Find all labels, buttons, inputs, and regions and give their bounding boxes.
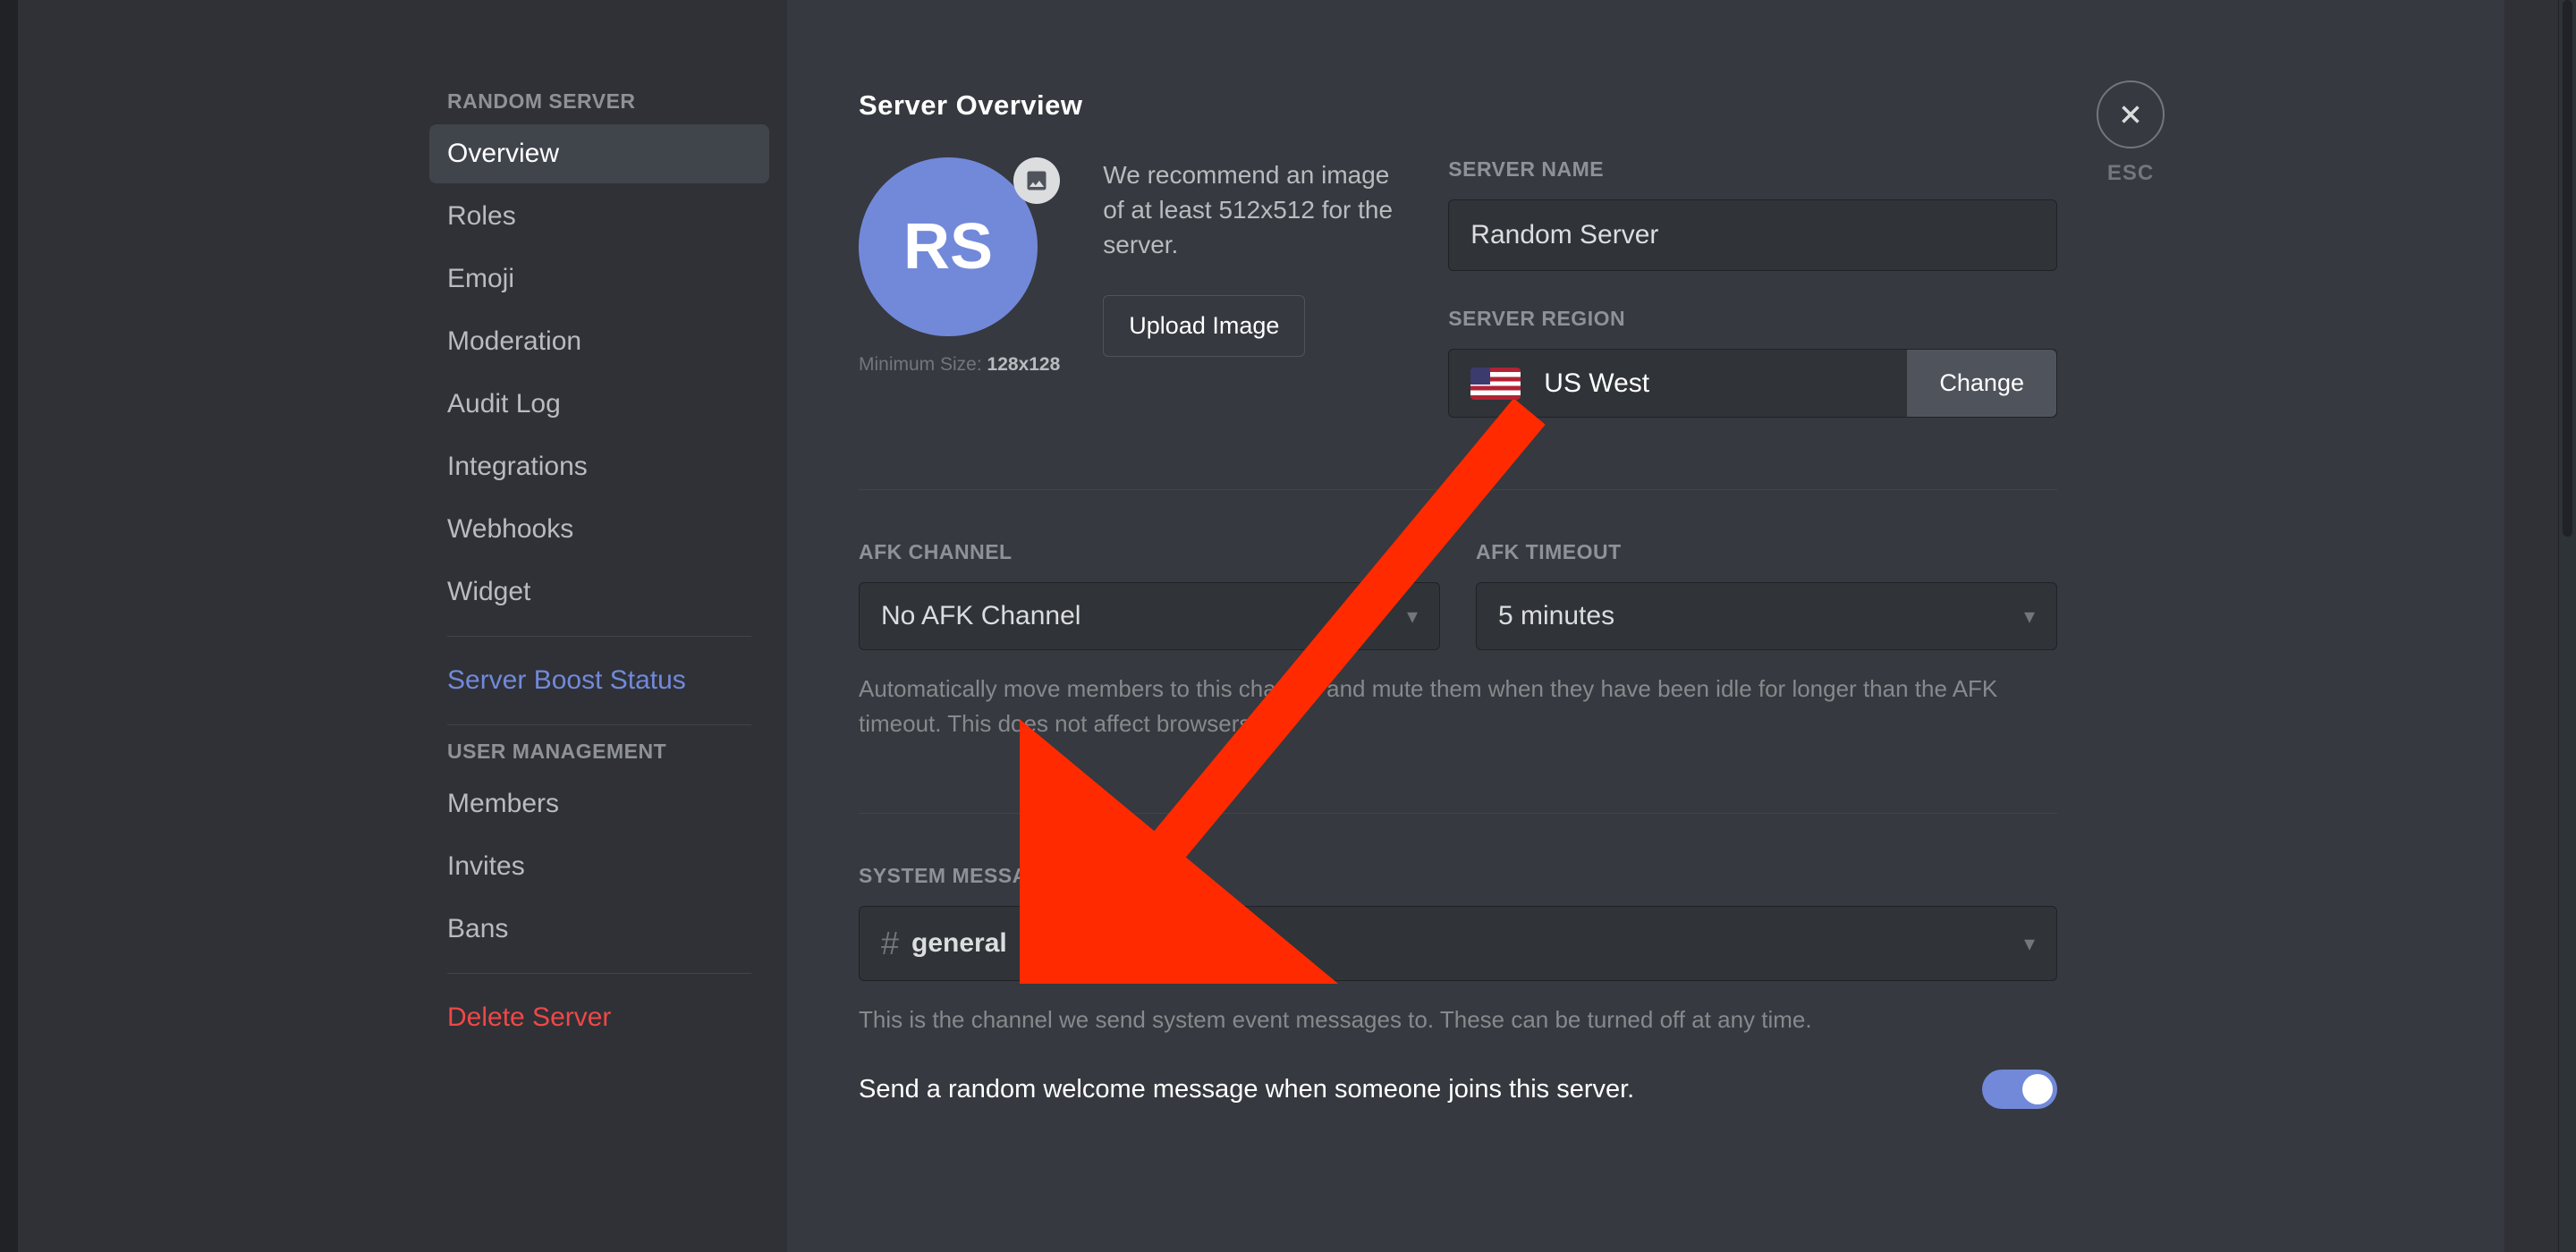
sidebar-divider	[447, 636, 751, 637]
afk-channel-select[interactable]: No AFK Channel ▾	[859, 582, 1440, 650]
scrollbar-thumb[interactable]	[2563, 0, 2572, 537]
change-region-button[interactable]: Change	[1907, 350, 2056, 417]
sidebar-item-delete-server[interactable]: Delete Server	[429, 988, 769, 1047]
server-name-label: Server Name	[1448, 157, 2057, 182]
sidebar-user-mgmt-header: User Management	[429, 740, 769, 774]
esc-label: ESC	[2107, 161, 2154, 186]
server-avatar-uploader[interactable]: RS	[859, 157, 1060, 336]
server-avatar: RS	[859, 157, 1038, 336]
chevron-down-icon: ▾	[1407, 604, 1418, 630]
sidebar-item-roles[interactable]: Roles	[429, 187, 769, 246]
server-list-gutter	[0, 0, 18, 1252]
upload-recommend-text: We recommend an image of at least 512x51…	[1103, 157, 1398, 263]
settings-sidebar: Random Server Overview Roles Emoji Moder…	[18, 0, 787, 1252]
sidebar-item-moderation[interactable]: Moderation	[429, 312, 769, 371]
sidebar-item-audit-log[interactable]: Audit Log	[429, 375, 769, 434]
sidebar-item-overview[interactable]: Overview	[429, 124, 769, 183]
afk-channel-label: AFK Channel	[859, 540, 1440, 564]
sidebar-item-webhooks[interactable]: Webhooks	[429, 500, 769, 559]
system-channel-category: TEXT CHANNELS	[1027, 931, 1220, 957]
afk-channel-value: No AFK Channel	[881, 601, 1080, 631]
content-area: Server Overview RS Minimum Size: 128x128…	[787, 0, 2504, 1252]
server-region-label: Server Region	[1448, 307, 2057, 331]
afk-timeout-value: 5 minutes	[1498, 601, 1614, 631]
sidebar-item-integrations[interactable]: Integrations	[429, 437, 769, 496]
welcome-message-toggle-label: Send a random welcome message when someo…	[859, 1075, 1634, 1104]
us-flag-icon	[1470, 368, 1521, 400]
upload-image-icon	[1013, 157, 1060, 204]
sidebar-divider	[447, 724, 751, 725]
close-button[interactable]	[2097, 80, 2165, 148]
chevron-down-icon: ▾	[2024, 931, 2035, 957]
afk-hint-text: Automatically move members to this chann…	[859, 672, 2057, 741]
hash-icon: #	[881, 925, 899, 962]
section-divider	[859, 813, 2057, 814]
sidebar-item-invites[interactable]: Invites	[429, 837, 769, 896]
right-gutter	[2504, 0, 2558, 1252]
sidebar-item-widget[interactable]: Widget	[429, 563, 769, 622]
server-name-input[interactable]	[1448, 199, 2057, 271]
server-region-row: US West Change	[1448, 349, 2057, 418]
chevron-down-icon: ▾	[2024, 604, 2035, 630]
sidebar-item-emoji[interactable]: Emoji	[429, 250, 769, 309]
server-region-value: US West	[1544, 368, 1649, 399]
close-icon	[2115, 99, 2146, 130]
server-avatar-initials: RS	[903, 210, 993, 283]
scrollbar[interactable]	[2558, 0, 2576, 1252]
minimum-size-text: Minimum Size: 128x128	[859, 354, 1060, 376]
system-messages-hint: This is the channel we send system event…	[859, 1002, 2057, 1037]
sidebar-divider	[447, 973, 751, 974]
page-title: Server Overview	[859, 89, 2057, 122]
sidebar-item-server-boost[interactable]: Server Boost Status	[429, 651, 769, 710]
system-messages-channel-select[interactable]: # general TEXT CHANNELS ▾	[859, 906, 2057, 981]
welcome-message-toggle[interactable]	[1982, 1070, 2057, 1109]
sidebar-item-bans[interactable]: Bans	[429, 900, 769, 959]
upload-image-button[interactable]: Upload Image	[1103, 295, 1305, 357]
afk-timeout-label: AFK Timeout	[1476, 540, 2057, 564]
afk-timeout-select[interactable]: 5 minutes ▾	[1476, 582, 2057, 650]
system-messages-label: System Messages Channel	[859, 864, 2057, 888]
sidebar-server-name-header: Random Server	[429, 89, 769, 124]
system-channel-name: general	[911, 928, 1007, 959]
section-divider	[859, 489, 2057, 490]
sidebar-item-members[interactable]: Members	[429, 774, 769, 833]
